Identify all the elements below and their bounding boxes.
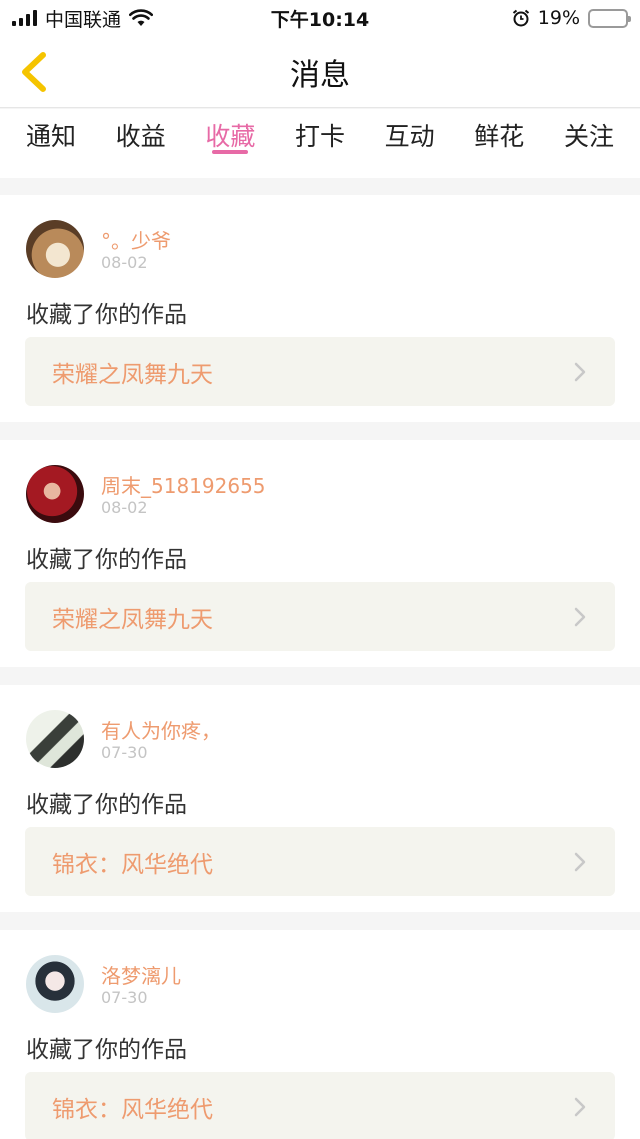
tab-checkin[interactable]: 打卡 (295, 109, 345, 178)
tab-favorites[interactable]: 收藏 (205, 109, 255, 178)
work-link[interactable]: 锦衣：风华绝代 (25, 827, 615, 896)
action-text: 收藏了你的作品 (26, 1037, 187, 1063)
battery-percent: 19% (537, 7, 580, 29)
battery-icon (588, 8, 631, 28)
carrier-name: 中国联通 (45, 8, 122, 31)
tab-interactions[interactable]: 互动 (385, 109, 435, 178)
alarm-icon (512, 9, 529, 27)
tab-follows[interactable]: 关注 (564, 109, 614, 178)
chevron-right-icon (574, 1097, 586, 1116)
signal-icon (12, 10, 37, 26)
list-item: 有人为你疼， 07-30 收藏了你的作品 锦衣：风华绝代 (0, 685, 640, 912)
date: 07-30 (101, 988, 148, 1007)
status-right: 19% (512, 7, 631, 29)
message-tabs: 通知 收益 收藏 打卡 互动 鲜花 关注 (0, 109, 640, 178)
nav-bar: 消息 (0, 36, 640, 108)
chevron-left-icon (22, 52, 46, 92)
work-title: 荣耀之凤舞九天 (52, 606, 213, 633)
avatar[interactable] (26, 955, 84, 1013)
chevron-right-icon (574, 852, 586, 871)
status-bar: 中国联通 下午10:14 19% (0, 0, 640, 36)
date: 08-02 (101, 253, 148, 272)
work-link[interactable]: 荣耀之凤舞九天 (25, 337, 615, 406)
back-button[interactable] (14, 50, 54, 94)
tab-notifications[interactable]: 通知 (26, 109, 76, 178)
page-title: 消息 (290, 57, 350, 93)
avatar[interactable] (26, 465, 84, 523)
work-title: 锦衣：风华绝代 (52, 851, 213, 878)
chevron-right-icon (574, 607, 586, 626)
list-item: 周末_518192655 08-02 收藏了你的作品 荣耀之凤舞九天 (0, 440, 640, 667)
username[interactable]: 周末_518192655 (101, 470, 266, 499)
username[interactable]: 有人为你疼， (101, 715, 221, 744)
work-title: 锦衣：风华绝代 (52, 1096, 213, 1123)
status-left: 中国联通 (12, 5, 154, 32)
tab-flowers[interactable]: 鲜花 (474, 109, 524, 178)
date: 07-30 (101, 743, 148, 762)
list-item: °。少爷 08-02 收藏了你的作品 荣耀之凤舞九天 (0, 195, 640, 422)
username[interactable]: °。少爷 (101, 225, 171, 254)
list-item: 洛梦漓儿 07-30 收藏了你的作品 锦衣：风华绝代 (0, 930, 640, 1139)
avatar[interactable] (26, 220, 84, 278)
avatar[interactable] (26, 710, 84, 768)
work-title: 荣耀之凤舞九天 (52, 361, 213, 388)
action-text: 收藏了你的作品 (26, 792, 187, 818)
date: 08-02 (101, 498, 148, 517)
wifi-icon (129, 9, 154, 26)
tab-earnings[interactable]: 收益 (116, 109, 166, 178)
messages-screen: 中国联通 下午10:14 19% 消息 通知 收益 收藏 打卡 互动 鲜花 关注… (0, 0, 640, 1139)
work-link[interactable]: 锦衣：风华绝代 (25, 1072, 615, 1139)
chevron-right-icon (574, 362, 586, 381)
action-text: 收藏了你的作品 (26, 547, 187, 573)
favorites-feed: °。少爷 08-02 收藏了你的作品 荣耀之凤舞九天 周末_518192655 … (0, 195, 640, 1139)
work-link[interactable]: 荣耀之凤舞九天 (25, 582, 615, 651)
username[interactable]: 洛梦漓儿 (101, 960, 181, 989)
action-text: 收藏了你的作品 (26, 302, 187, 328)
